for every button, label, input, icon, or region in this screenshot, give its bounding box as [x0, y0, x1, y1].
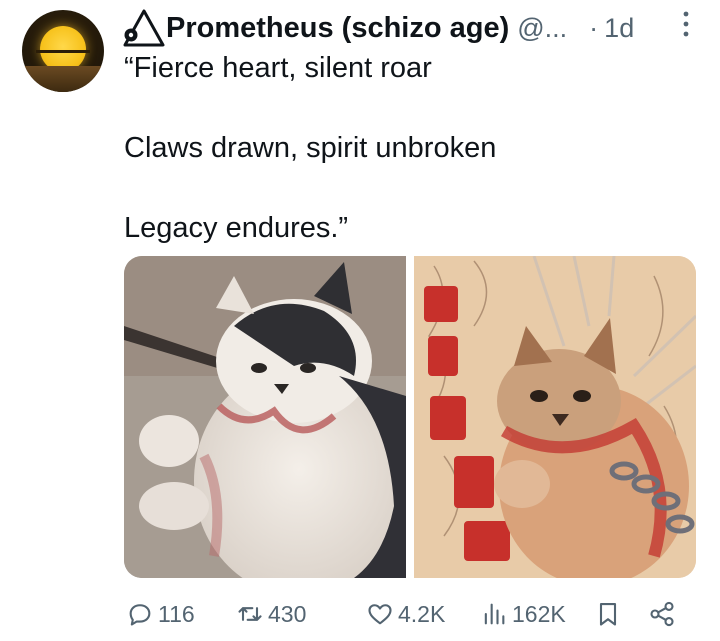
timestamp[interactable]: 1d [604, 13, 634, 44]
author-handle[interactable]: @... [517, 13, 567, 44]
repost-count: 430 [268, 600, 307, 627]
bookmark-button[interactable] [594, 592, 626, 636]
share-button[interactable] [648, 592, 680, 636]
avatar-band [36, 50, 90, 53]
share-icon [650, 601, 674, 627]
cat-illustration-graphic [414, 256, 696, 578]
repost-icon [238, 607, 262, 621]
avatar-ground [22, 66, 104, 92]
triangle-logo-icon [123, 9, 165, 47]
like-button[interactable]: 4.2K [366, 592, 445, 636]
tweet-line: Claws drawn, spirit unbroken [124, 132, 497, 164]
views-count: 162K [512, 600, 566, 627]
more-icon[interactable] [676, 8, 696, 40]
author-name[interactable]: Prometheus (schizo age) [166, 12, 509, 45]
reply-button[interactable]: 116 [126, 592, 195, 636]
tweet-text: “Fierce heart, silent roar Claws drawn, … [124, 48, 700, 248]
views-button[interactable]: 162K [480, 592, 566, 636]
bookmark-icon [599, 603, 617, 626]
tweet-line: “Fierce heart, silent roar [124, 52, 432, 84]
views-icon [484, 603, 505, 625]
cat-illustration[interactable] [414, 256, 696, 578]
reply-count: 116 [158, 600, 195, 627]
tweet-header: Prometheus (schizo age) @... · 1d [122, 8, 700, 48]
cat-photo[interactable] [124, 256, 406, 578]
avatar[interactable] [22, 10, 104, 92]
separator-dot: · [589, 12, 599, 43]
like-count: 4.2K [398, 600, 446, 627]
tweet-line: Legacy endures.” [124, 212, 349, 244]
repost-button[interactable]: 430 [236, 592, 306, 636]
heart-icon [368, 604, 392, 625]
reply-icon [129, 604, 151, 626]
action-bar: 116 430 4.2K 162K [124, 592, 696, 636]
cat-photo-graphic [124, 256, 406, 578]
tweet-media [124, 256, 696, 578]
